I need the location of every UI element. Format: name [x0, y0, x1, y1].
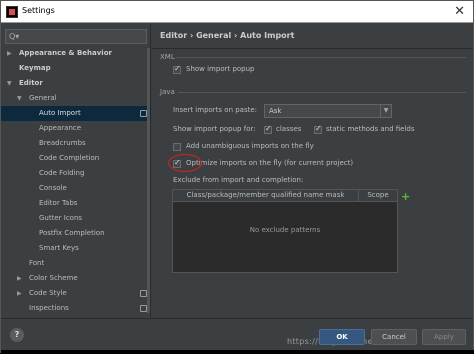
- divider: [152, 48, 473, 49]
- add-icon[interactable]: +: [401, 190, 410, 203]
- search-input[interactable]: Q▾: [5, 29, 147, 44]
- classes-checkbox[interactable]: [264, 124, 272, 134]
- tree-item[interactable]: ▶ Color Scheme: [1, 271, 151, 286]
- title-bar: Settings ✕: [1, 1, 473, 23]
- window-title: Settings: [22, 6, 55, 15]
- breadcrumb: Editor › General › Auto Import: [160, 31, 295, 40]
- tree-item-label: Code Completion: [39, 154, 100, 162]
- tree-item[interactable]: Breadcrumbs: [1, 136, 151, 151]
- ok-button[interactable]: OK: [319, 329, 365, 345]
- sidebar-scrollbar[interactable]: [147, 48, 150, 313]
- optimize-imports-label: Optimize imports on the fly (for current…: [186, 159, 354, 167]
- project-scope-icon: [140, 305, 147, 312]
- settings-content: Editor › General › Auto Import XML Show …: [152, 24, 473, 317]
- show-popup-for-label: Show import popup for:: [173, 125, 256, 133]
- highlight-circle: [168, 154, 202, 172]
- tree-item[interactable]: Smart Keys: [1, 241, 151, 256]
- add-unambiguous-label: Add unambiguous imports on the fly: [186, 142, 314, 150]
- xml-section-title: XML: [160, 53, 175, 61]
- project-scope-icon: [140, 110, 147, 117]
- exclude-label: Exclude from import and completion:: [173, 176, 304, 184]
- tree-item-label: Postfix Completion: [39, 229, 105, 237]
- cancel-button[interactable]: Cancel: [371, 329, 417, 345]
- empty-table-text: No exclude patterns: [249, 226, 321, 234]
- insert-imports-label: Insert imports on paste:: [173, 106, 258, 114]
- divider: [178, 92, 466, 93]
- settings-window: Settings ✕ Q▾ ▶ Appearance & Behavior Keym…: [0, 0, 474, 354]
- tree-item[interactable]: ▼ Editor: [1, 76, 151, 91]
- tree-item[interactable]: Code Completion: [1, 151, 151, 166]
- settings-sidebar: Q▾ ▶ Appearance & Behavior Keymap ▼ Editor ▼ G…: [1, 24, 151, 317]
- tree-item-label: Smart Keys: [39, 244, 79, 252]
- show-import-popup-xml-checkbox[interactable]: [173, 64, 181, 74]
- tree-item-label: Font: [29, 259, 45, 267]
- apply-button[interactable]: Apply: [422, 329, 466, 345]
- help-icon[interactable]: ?: [10, 328, 24, 342]
- tree-item[interactable]: Keymap: [1, 61, 151, 76]
- add-unambiguous-checkbox[interactable]: [173, 143, 181, 151]
- tree-item[interactable]: Postfix Completion: [1, 226, 151, 241]
- static-methods-checkbox[interactable]: [314, 124, 322, 134]
- tree-item[interactable]: Font: [1, 256, 151, 271]
- show-import-popup-xml-label: Show import popup: [186, 65, 255, 73]
- insert-imports-combo[interactable]: Ask ▼: [264, 104, 392, 118]
- tree-item-label: Code Style: [29, 289, 67, 297]
- column-header-pattern[interactable]: Class/package/member qualified name mask: [173, 190, 359, 201]
- chevron-down-icon[interactable]: ▼: [17, 91, 22, 106]
- chevron-right-icon[interactable]: ▶: [7, 46, 12, 61]
- tree-item-label: Appearance & Behavior: [19, 49, 112, 57]
- tree-item-label: Color Scheme: [29, 274, 78, 282]
- exclude-table[interactable]: Class/package/member qualified name mask…: [172, 189, 398, 273]
- tree-item[interactable]: Appearance: [1, 121, 151, 136]
- tree-item[interactable]: ▶ Code Style: [1, 286, 151, 301]
- tree-item-label: Editor: [19, 79, 43, 87]
- insert-imports-value: Ask: [269, 107, 282, 115]
- search-icon: Q▾: [9, 32, 20, 41]
- tree-item[interactable]: Code Folding: [1, 166, 151, 181]
- tree-item[interactable]: Editor Tabs: [1, 196, 151, 211]
- tree-item-label: Keymap: [19, 64, 51, 72]
- close-icon[interactable]: ✕: [454, 4, 465, 19]
- tree-item-label: Appearance: [39, 124, 82, 132]
- tree-item-label: General: [29, 94, 57, 102]
- tree-item[interactable]: Gutter Icons: [1, 211, 151, 226]
- window-bottom-edge: [1, 350, 474, 354]
- tree-item[interactable]: ▶ Appearance & Behavior: [1, 46, 151, 61]
- tree-item[interactable]: Auto Import: [1, 106, 151, 121]
- tree-item-label: Breadcrumbs: [39, 139, 86, 147]
- tree-item-label: Editor Tabs: [39, 199, 78, 207]
- tree-item[interactable]: Console: [1, 181, 151, 196]
- tree-item[interactable]: ▼ General: [1, 91, 151, 106]
- chevron-right-icon[interactable]: ▶: [17, 271, 22, 286]
- column-header-scope[interactable]: Scope: [359, 190, 397, 201]
- project-scope-icon: [140, 290, 147, 297]
- tree-item-label: Code Folding: [39, 169, 85, 177]
- static-methods-label: static methods and fields: [326, 125, 415, 133]
- dialog-footer: ? https://blog.csdn.net/hustzx07 OK Canc…: [1, 318, 473, 352]
- chevron-down-icon[interactable]: ▼: [7, 76, 12, 91]
- table-header: Class/package/member qualified name mask…: [173, 190, 397, 202]
- tree-item[interactable]: Inspections: [1, 301, 151, 316]
- java-section-title: Java: [160, 88, 175, 96]
- tree-item-label: Inspections: [29, 304, 69, 312]
- chevron-right-icon[interactable]: ▶: [17, 286, 22, 301]
- chevron-down-icon: ▼: [380, 105, 391, 117]
- tree-item-label: Console: [39, 184, 67, 192]
- tree-item-label: Auto Import: [39, 109, 81, 117]
- app-icon: [6, 6, 18, 18]
- tree-item-label: Gutter Icons: [39, 214, 83, 222]
- classes-label: classes: [276, 125, 302, 133]
- divider: [176, 57, 466, 58]
